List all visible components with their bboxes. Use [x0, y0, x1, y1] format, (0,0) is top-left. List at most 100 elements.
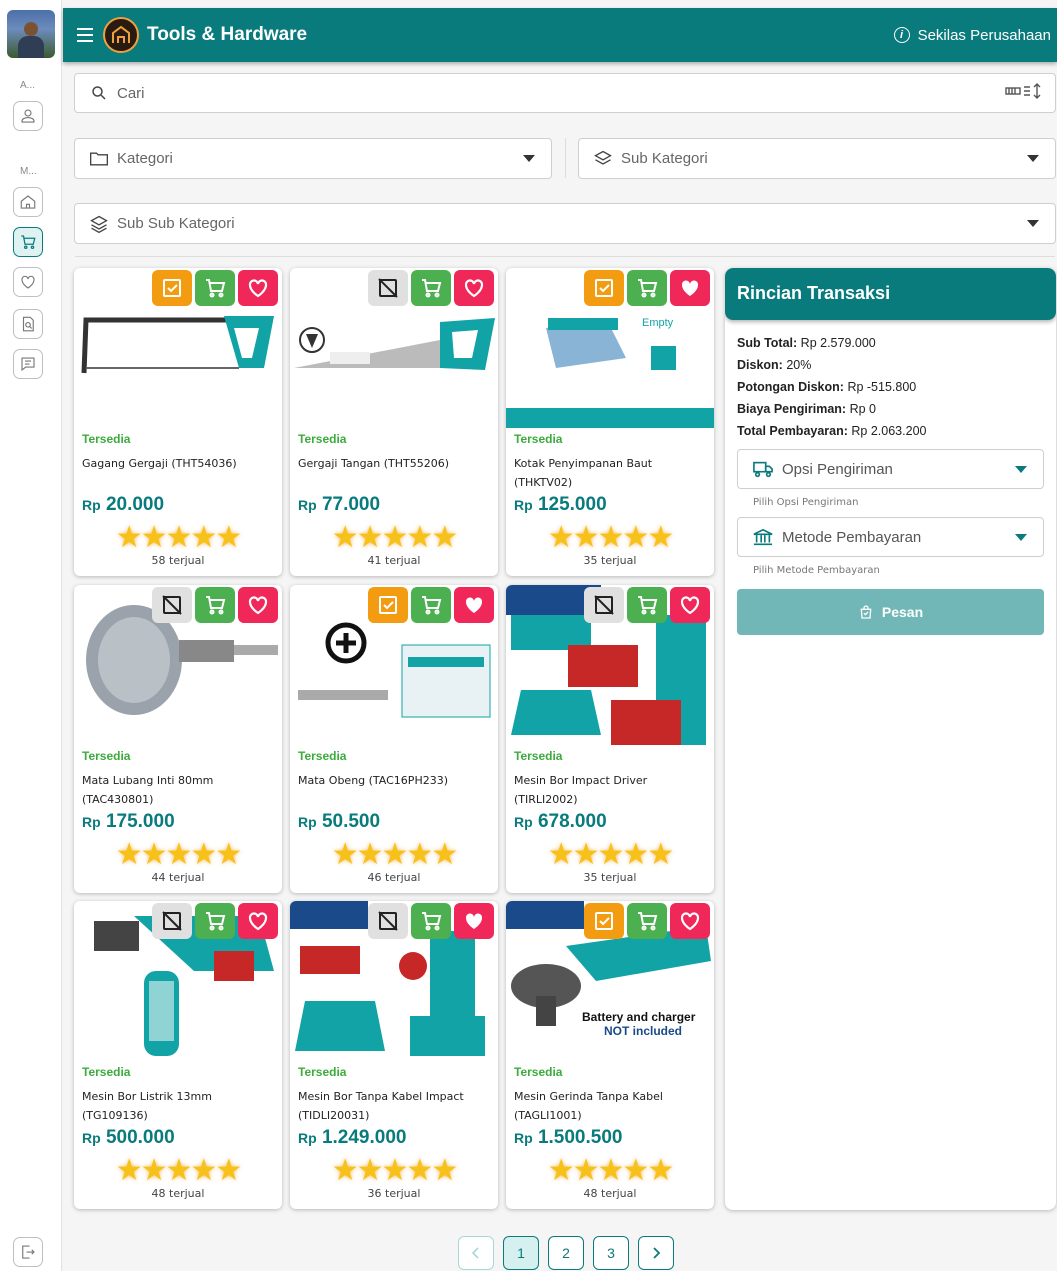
chevron-down-icon	[1027, 220, 1039, 227]
wishlist-heart-filled-button[interactable]	[670, 270, 710, 306]
filter-divider	[565, 138, 566, 178]
product-name: Kotak Penyimpanan Baut (THKTV02)	[514, 457, 653, 489]
sold-count: 48 terjual	[151, 1187, 205, 1200]
chevron-down-icon	[1027, 155, 1039, 162]
about-company-link[interactable]: i Sekilas Perusahaan	[893, 27, 1051, 44]
product-card[interactable]: Tersedia Mesin Bor Impact Driver (TIRLI2…	[506, 585, 714, 893]
product-card[interactable]: Empty Tersedia Kotak Penyimpanan Baut (T…	[506, 268, 714, 576]
transaction-panel: Rincian Transaksi Sub Total: Rp 2.579.00…	[725, 268, 1056, 1210]
stock-status: Tersedia	[298, 1065, 347, 1079]
product-name: Gagang Gergaji (THT54036)	[82, 457, 237, 470]
stock-status: Tersedia	[298, 432, 347, 446]
compare-unchecked-button[interactable]	[152, 903, 192, 939]
page-2-button[interactable]: 2	[548, 1236, 584, 1270]
cart-icon[interactable]	[13, 227, 43, 257]
product-name: Mesin Bor Listrik 13mm (TG109136)	[82, 1090, 212, 1122]
product-price: Rp 500.000	[82, 1127, 175, 1148]
stock-status: Tersedia	[514, 432, 563, 446]
product-card[interactable]: Battery and charger NOT included Tersedia…	[506, 901, 714, 1209]
sub-category-label: Sub Kategori	[621, 150, 708, 167]
stock-status: Tersedia	[514, 749, 563, 763]
product-card[interactable]: Tersedia Gagang Gergaji (THT54036) Rp 20…	[74, 268, 282, 576]
layers-icon	[89, 214, 109, 234]
compare-check-button[interactable]	[368, 587, 408, 623]
wishlist-heart-button[interactable]	[238, 587, 278, 623]
total-value: Rp 2.063.200	[851, 424, 927, 438]
user-icon[interactable]	[13, 101, 43, 131]
add-to-cart-button[interactable]	[627, 587, 667, 623]
compare-unchecked-button[interactable]	[584, 587, 624, 623]
sub-sub-category-select[interactable]: Sub Sub Kategori	[74, 203, 1056, 244]
search-doc-icon[interactable]	[13, 309, 43, 339]
search-input[interactable]: Cari	[74, 73, 1056, 113]
sort-icon[interactable]	[1005, 82, 1043, 104]
product-name: Gergaji Tangan (THT55206)	[298, 457, 450, 470]
brand-logo	[103, 17, 139, 53]
subtotal-label: Sub Total:	[737, 336, 798, 350]
add-to-cart-button[interactable]	[411, 903, 451, 939]
sold-count: 36 terjual	[367, 1187, 421, 1200]
order-button[interactable]: Pesan	[737, 589, 1044, 635]
sold-count: 35 terjual	[583, 554, 637, 567]
rating-stars: ★★★★★	[331, 1154, 458, 1187]
wishlist-heart-button[interactable]	[670, 903, 710, 939]
page-1-button[interactable]: 1	[503, 1236, 539, 1270]
avatar[interactable]	[7, 10, 55, 58]
chat-icon[interactable]	[13, 349, 43, 379]
add-to-cart-button[interactable]	[195, 587, 235, 623]
product-price: Rp 175.000	[82, 811, 175, 832]
search-icon	[89, 83, 109, 103]
wishlist-heart-button[interactable]	[238, 270, 278, 306]
rating-stars: ★★★★★	[115, 1154, 242, 1187]
payment-hint: Pilih Metode Pembayaran	[753, 565, 880, 576]
logout-icon[interactable]	[13, 1237, 43, 1267]
add-to-cart-button[interactable]	[627, 270, 667, 306]
product-card[interactable]: Tersedia Gergaji Tangan (THT55206) Rp 77…	[290, 268, 498, 576]
add-to-cart-button[interactable]	[195, 903, 235, 939]
hamburger-menu-icon[interactable]	[77, 28, 93, 42]
compare-unchecked-button[interactable]	[152, 587, 192, 623]
wishlist-heart-button[interactable]	[454, 270, 494, 306]
sold-count: 41 terjual	[367, 554, 421, 567]
add-to-cart-button[interactable]	[627, 903, 667, 939]
layers-icon	[593, 149, 613, 169]
sold-count: 35 terjual	[583, 871, 637, 884]
shipping-option-select[interactable]: Opsi Pengiriman	[737, 449, 1044, 489]
payment-method-select[interactable]: Metode Pembayaran	[737, 517, 1044, 557]
add-to-cart-button[interactable]	[411, 270, 451, 306]
rail-section-label: A...	[20, 80, 36, 91]
add-to-cart-button[interactable]	[411, 587, 451, 623]
page-3-button[interactable]: 3	[593, 1236, 629, 1270]
product-card[interactable]: Tersedia Mata Obeng (TAC16PH233) Rp 50.5…	[290, 585, 498, 893]
rating-stars: ★★★★★	[547, 838, 674, 871]
home-icon[interactable]	[13, 187, 43, 217]
divider	[75, 256, 1055, 257]
product-card[interactable]: Tersedia Mesin Bor Listrik 13mm (TG10913…	[74, 901, 282, 1209]
chevron-down-icon	[523, 155, 535, 162]
category-select[interactable]: Kategori	[74, 138, 552, 179]
sub-category-select[interactable]: Sub Kategori	[578, 138, 1056, 179]
sold-count: 48 terjual	[583, 1187, 637, 1200]
product-name: Mesin Bor Tanpa Kabel Impact (TIDLI20031…	[298, 1090, 464, 1122]
wishlist-heart-button[interactable]	[670, 587, 710, 623]
product-price: Rp 1.500.500	[514, 1127, 623, 1148]
sold-count: 46 terjual	[367, 871, 421, 884]
compare-check-button[interactable]	[152, 270, 192, 306]
product-card[interactable]: Tersedia Mesin Bor Tanpa Kabel Impact (T…	[290, 901, 498, 1209]
wishlist-heart-filled-button[interactable]	[454, 587, 494, 623]
wishlist-heart-button[interactable]	[238, 903, 278, 939]
compare-unchecked-button[interactable]	[368, 270, 408, 306]
compare-unchecked-button[interactable]	[368, 903, 408, 939]
compare-check-button[interactable]	[584, 270, 624, 306]
rating-stars: ★★★★★	[331, 838, 458, 871]
prev-page-button[interactable]	[458, 1236, 494, 1270]
heart-icon[interactable]	[13, 267, 43, 297]
compare-check-button[interactable]	[584, 903, 624, 939]
stock-status: Tersedia	[298, 749, 347, 763]
product-card[interactable]: Tersedia Mata Lubang Inti 80mm (TAC43080…	[74, 585, 282, 893]
wishlist-heart-filled-button[interactable]	[454, 903, 494, 939]
product-price: Rp 50.500	[298, 811, 381, 832]
next-page-button[interactable]	[638, 1236, 674, 1270]
rating-stars: ★★★★★	[115, 838, 242, 871]
add-to-cart-button[interactable]	[195, 270, 235, 306]
